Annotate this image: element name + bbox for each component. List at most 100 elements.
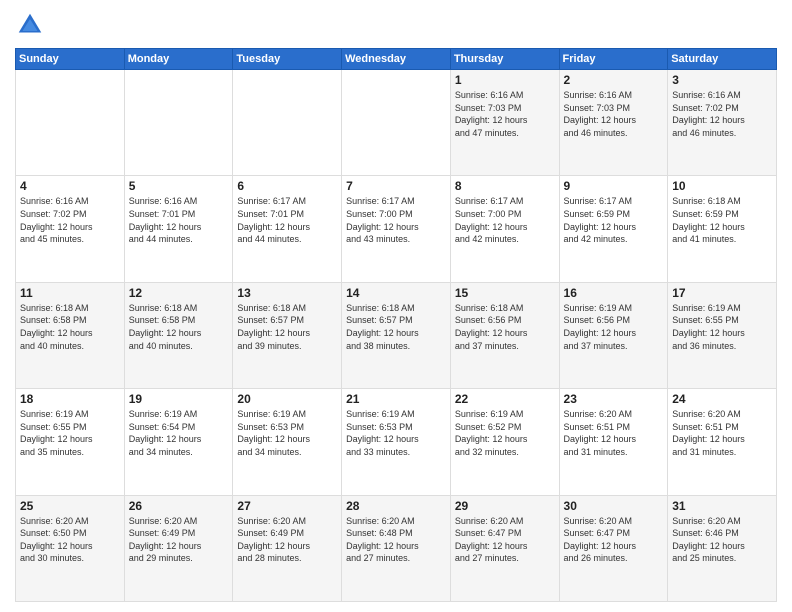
day-number: 23: [564, 392, 664, 406]
header-day-thursday: Thursday: [450, 49, 559, 70]
day-number: 14: [346, 286, 446, 300]
calendar-cell: 9Sunrise: 6:17 AM Sunset: 6:59 PM Daylig…: [559, 176, 668, 282]
day-info: Sunrise: 6:19 AM Sunset: 6:53 PM Dayligh…: [237, 408, 337, 458]
calendar-cell: 4 Sunrise: 6:16 AM Sunset: 7:02 PM Daylig…: [16, 176, 125, 282]
page: SundayMondayTuesdayWednesdayThursdayFrid…: [0, 0, 792, 612]
day-info: Sunrise: 6:20 AM Sunset: 6:51 PM Dayligh…: [564, 408, 664, 458]
day-number: 15: [455, 286, 555, 300]
day-info: Sunrise: 6:18 AM Sunset: 6:58 PM Dayligh…: [129, 302, 229, 352]
day-info: Sunrise: 6:20 AM Sunset: 6:46 PM Dayligh…: [672, 515, 772, 565]
calendar-cell: 22Sunrise: 6:19 AM Sunset: 6:52 PM Dayli…: [450, 389, 559, 495]
calendar-cell: 17Sunrise: 6:19 AM Sunset: 6:55 PM Dayli…: [668, 282, 777, 388]
day-info: Sunrise: 6:16 AM Sunset: 7:02 PM Dayligh…: [672, 89, 772, 139]
calendar-table: SundayMondayTuesdayWednesdayThursdayFrid…: [15, 48, 777, 602]
calendar-cell: 28 Sunrise: 6:20 AM Sunset: 6:48 PM Dayli…: [342, 495, 451, 601]
day-number: 27: [237, 499, 337, 513]
day-info: Sunrise: 6:18 AM Sunset: 6:57 PM Dayligh…: [237, 302, 337, 352]
day-info: Sunrise: 6:20 AM Sunset: 6:49 PM Dayligh…: [237, 515, 337, 565]
calendar-cell: 20 Sunrise: 6:19 AM Sunset: 6:53 PM Dayli…: [233, 389, 342, 495]
calendar-cell: 1 Sunrise: 6:16 AM Sunset: 7:03 PM Daylig…: [450, 70, 559, 176]
day-number: 30: [564, 499, 664, 513]
day-number: 28: [346, 499, 446, 513]
day-number: 18: [20, 392, 120, 406]
calendar-body: 1 Sunrise: 6:16 AM Sunset: 7:03 PM Daylig…: [16, 70, 777, 602]
day-info: Sunrise: 6:17 AM Sunset: 7:00 PM Dayligh…: [455, 195, 555, 245]
calendar-cell: 11 Sunrise: 6:18 AM Sunset: 6:58 PM Dayli…: [16, 282, 125, 388]
calendar-cell: [342, 70, 451, 176]
calendar-cell: 15 Sunrise: 6:18 AM Sunset: 6:56 PM Dayli…: [450, 282, 559, 388]
day-info: Sunrise: 6:20 AM Sunset: 6:47 PM Dayligh…: [564, 515, 664, 565]
calendar-cell: 30 Sunrise: 6:20 AM Sunset: 6:47 PM Dayli…: [559, 495, 668, 601]
header-day-sunday: Sunday: [16, 49, 125, 70]
calendar-cell: 8 Sunrise: 6:17 AM Sunset: 7:00 PM Daylig…: [450, 176, 559, 282]
calendar-cell: 21 Sunrise: 6:19 AM Sunset: 6:53 PM Dayli…: [342, 389, 451, 495]
header-day-saturday: Saturday: [668, 49, 777, 70]
day-number: 26: [129, 499, 229, 513]
day-number: 1: [455, 73, 555, 87]
day-info: Sunrise: 6:16 AM Sunset: 7:03 PM Dayligh…: [455, 89, 555, 139]
day-number: 16: [564, 286, 664, 300]
calendar-cell: 12Sunrise: 6:18 AM Sunset: 6:58 PM Dayli…: [124, 282, 233, 388]
calendar-cell: 24Sunrise: 6:20 AM Sunset: 6:51 PM Dayli…: [668, 389, 777, 495]
calendar-cell: 14 Sunrise: 6:18 AM Sunset: 6:57 PM Dayli…: [342, 282, 451, 388]
day-info: Sunrise: 6:20 AM Sunset: 6:47 PM Dayligh…: [455, 515, 555, 565]
day-number: 20: [237, 392, 337, 406]
calendar-cell: [233, 70, 342, 176]
calendar-cell: 2 Sunrise: 6:16 AM Sunset: 7:03 PM Daylig…: [559, 70, 668, 176]
header-day-monday: Monday: [124, 49, 233, 70]
week-row-4: 18 Sunrise: 6:19 AM Sunset: 6:55 PM Dayli…: [16, 389, 777, 495]
day-number: 5: [129, 179, 229, 193]
day-number: 3: [672, 73, 772, 87]
day-info: Sunrise: 6:17 AM Sunset: 7:00 PM Dayligh…: [346, 195, 446, 245]
day-number: 6: [237, 179, 337, 193]
day-info: Sunrise: 6:18 AM Sunset: 6:57 PM Dayligh…: [346, 302, 446, 352]
day-number: 4: [20, 179, 120, 193]
day-number: 25: [20, 499, 120, 513]
day-info: Sunrise: 6:18 AM Sunset: 6:59 PM Dayligh…: [672, 195, 772, 245]
header-day-friday: Friday: [559, 49, 668, 70]
day-number: 24: [672, 392, 772, 406]
calendar-cell: 18 Sunrise: 6:19 AM Sunset: 6:55 PM Dayli…: [16, 389, 125, 495]
day-number: 19: [129, 392, 229, 406]
calendar-cell: 31 Sunrise: 6:20 AM Sunset: 6:46 PM Dayli…: [668, 495, 777, 601]
calendar-cell: 16 Sunrise: 6:19 AM Sunset: 6:56 PM Dayli…: [559, 282, 668, 388]
week-row-1: 1 Sunrise: 6:16 AM Sunset: 7:03 PM Daylig…: [16, 70, 777, 176]
calendar-cell: 29 Sunrise: 6:20 AM Sunset: 6:47 PM Dayli…: [450, 495, 559, 601]
day-info: Sunrise: 6:19 AM Sunset: 6:53 PM Dayligh…: [346, 408, 446, 458]
day-number: 29: [455, 499, 555, 513]
day-info: Sunrise: 6:19 AM Sunset: 6:56 PM Dayligh…: [564, 302, 664, 352]
day-number: 22: [455, 392, 555, 406]
header-day-tuesday: Tuesday: [233, 49, 342, 70]
header: [15, 10, 777, 40]
day-info: Sunrise: 6:18 AM Sunset: 6:56 PM Dayligh…: [455, 302, 555, 352]
day-info: Sunrise: 6:19 AM Sunset: 6:55 PM Dayligh…: [672, 302, 772, 352]
week-row-3: 11 Sunrise: 6:18 AM Sunset: 6:58 PM Dayli…: [16, 282, 777, 388]
logo-icon: [15, 10, 45, 40]
day-info: Sunrise: 6:18 AM Sunset: 6:58 PM Dayligh…: [20, 302, 120, 352]
day-info: Sunrise: 6:19 AM Sunset: 6:54 PM Dayligh…: [129, 408, 229, 458]
day-info: Sunrise: 6:16 AM Sunset: 7:02 PM Dayligh…: [20, 195, 120, 245]
calendar-cell: [124, 70, 233, 176]
day-number: 21: [346, 392, 446, 406]
day-info: Sunrise: 6:17 AM Sunset: 7:01 PM Dayligh…: [237, 195, 337, 245]
calendar-cell: 19 Sunrise: 6:19 AM Sunset: 6:54 PM Dayli…: [124, 389, 233, 495]
day-number: 8: [455, 179, 555, 193]
calendar-cell: 3 Sunrise: 6:16 AM Sunset: 7:02 PM Daylig…: [668, 70, 777, 176]
calendar-cell: [16, 70, 125, 176]
calendar-cell: 13 Sunrise: 6:18 AM Sunset: 6:57 PM Dayli…: [233, 282, 342, 388]
day-number: 13: [237, 286, 337, 300]
day-number: 11: [20, 286, 120, 300]
calendar-cell: 27 Sunrise: 6:20 AM Sunset: 6:49 PM Dayli…: [233, 495, 342, 601]
day-info: Sunrise: 6:19 AM Sunset: 6:55 PM Dayligh…: [20, 408, 120, 458]
day-info: Sunrise: 6:16 AM Sunset: 7:03 PM Dayligh…: [564, 89, 664, 139]
header-day-wednesday: Wednesday: [342, 49, 451, 70]
day-number: 2: [564, 73, 664, 87]
calendar-cell: 10Sunrise: 6:18 AM Sunset: 6:59 PM Dayli…: [668, 176, 777, 282]
day-number: 7: [346, 179, 446, 193]
week-row-5: 25Sunrise: 6:20 AM Sunset: 6:50 PM Dayli…: [16, 495, 777, 601]
calendar-cell: 5Sunrise: 6:16 AM Sunset: 7:01 PM Daylig…: [124, 176, 233, 282]
calendar-cell: 25Sunrise: 6:20 AM Sunset: 6:50 PM Dayli…: [16, 495, 125, 601]
day-number: 31: [672, 499, 772, 513]
day-info: Sunrise: 6:20 AM Sunset: 6:48 PM Dayligh…: [346, 515, 446, 565]
calendar-cell: 23 Sunrise: 6:20 AM Sunset: 6:51 PM Dayli…: [559, 389, 668, 495]
